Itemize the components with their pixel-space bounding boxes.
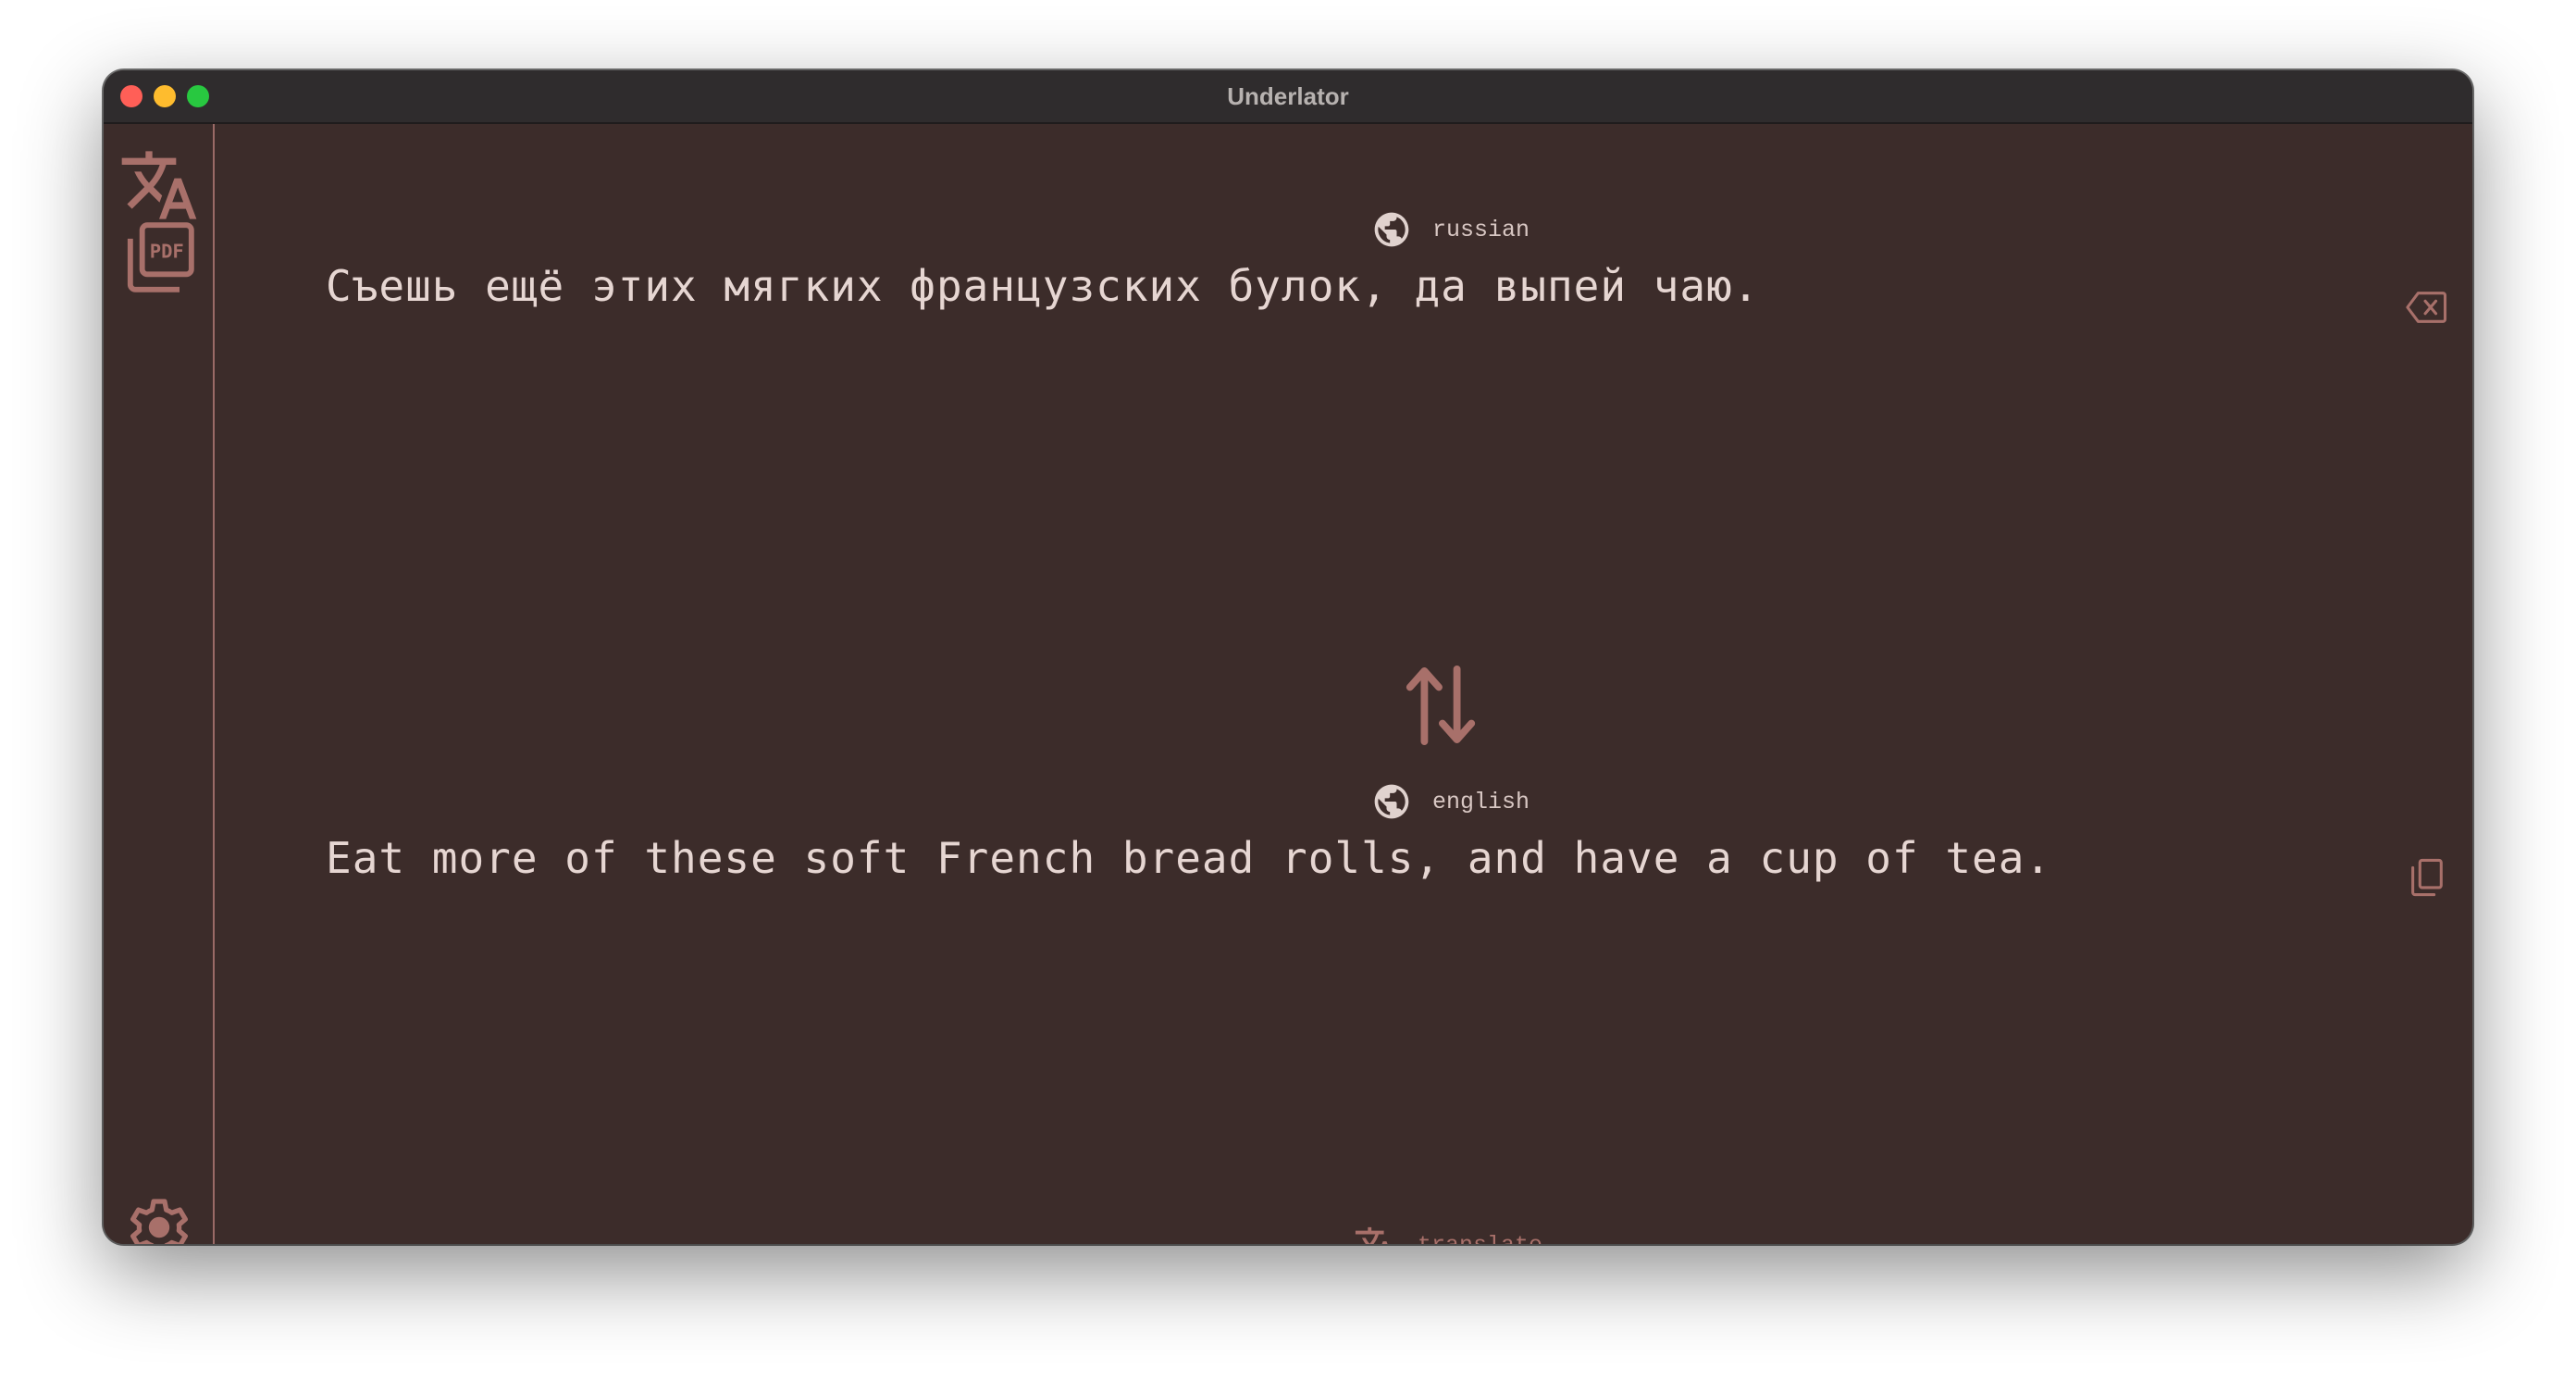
sidebar-item-pdf[interactable]: PDF — [117, 215, 202, 300]
backspace-icon — [2406, 292, 2447, 323]
translate-button-label: translate — [1418, 1232, 1542, 1245]
translated-text-output: Eat more of these soft French bread roll… — [326, 833, 2052, 883]
svg-text:PDF: PDF — [150, 241, 184, 263]
target-language-label: english — [1432, 788, 1530, 815]
app-window: Underlator PDF russian Съешь ещё этих мя… — [104, 70, 2472, 1244]
globe-icon — [1374, 212, 1409, 247]
title-bar: Underlator — [104, 70, 2472, 124]
copy-text-button[interactable] — [2404, 855, 2448, 900]
main-panel: russian Съешь ещё этих мягких французски… — [215, 124, 2472, 1244]
clear-text-button[interactable] — [2404, 285, 2448, 330]
copy-icon — [2411, 858, 2443, 897]
source-language-label: russian — [1432, 216, 1530, 243]
gear-icon — [130, 1199, 188, 1244]
target-language-selector[interactable]: english — [1371, 781, 1530, 822]
swap-languages-button[interactable] — [1402, 661, 1480, 750]
sidebar: PDF — [104, 124, 215, 1244]
source-language-selector[interactable]: russian — [1371, 209, 1530, 250]
pdf-icon: PDF — [127, 222, 194, 292]
window-title: Underlator — [1227, 82, 1349, 110]
swap-vertical-icon — [1406, 666, 1476, 745]
translate-icon — [1355, 1226, 1388, 1244]
translate-icon — [121, 151, 197, 219]
source-text-input[interactable]: Съешь ещё этих мягких французских булок,… — [326, 261, 1760, 311]
globe-icon — [1374, 784, 1409, 819]
translate-button[interactable]: translate — [1353, 1224, 1542, 1244]
sidebar-item-settings[interactable] — [117, 1185, 202, 1244]
